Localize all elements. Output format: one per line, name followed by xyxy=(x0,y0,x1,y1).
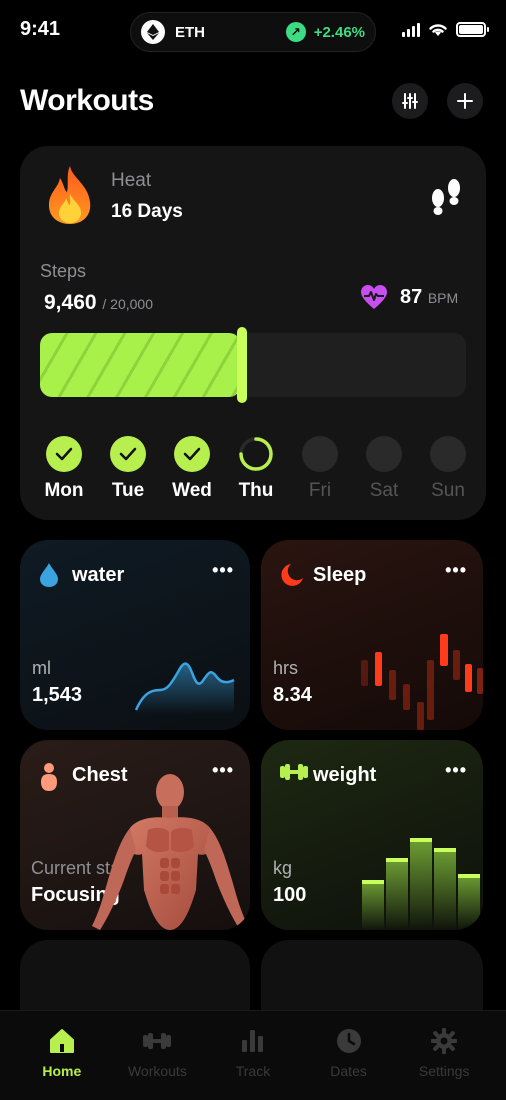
tab-track[interactable]: Track xyxy=(213,1011,293,1100)
water-title: water xyxy=(72,564,125,586)
steps-goal: / 20,000 xyxy=(102,296,154,312)
day-sun[interactable]: Sun xyxy=(420,436,476,502)
tab-label: Dates xyxy=(330,1063,367,1079)
day-label: Tue xyxy=(111,480,145,501)
heat-streak-value: 16 Days xyxy=(111,201,183,222)
tab-label: Home xyxy=(42,1063,82,1079)
steps-value: 9,460 xyxy=(44,291,97,314)
gear-icon xyxy=(430,1027,458,1055)
more-icon[interactable]: ••• xyxy=(212,560,234,581)
day-label: Fri xyxy=(308,480,332,501)
cellular-signal-icon xyxy=(402,22,420,37)
heart-rate-icon xyxy=(361,285,387,309)
day-wed[interactable]: Wed xyxy=(164,436,220,502)
day-sat[interactable]: Sat xyxy=(356,436,412,502)
tab-label: Track xyxy=(235,1063,271,1079)
empty-day-circle xyxy=(366,436,402,472)
trend-up-icon: ↗ xyxy=(285,22,306,42)
weekday-streak: Mon Tue Wed Thu Fri Sat Sun xyxy=(36,436,476,502)
steps-label: Steps xyxy=(40,261,87,281)
footprints-icon xyxy=(432,179,460,215)
page-title: Workouts xyxy=(20,84,154,117)
check-icon xyxy=(46,436,82,472)
steps-progress-fill xyxy=(40,333,241,397)
weight-value: 100 xyxy=(273,884,307,906)
water-drop-icon xyxy=(40,563,58,587)
empty-day-circle xyxy=(302,436,338,472)
dumbbell-icon xyxy=(142,1027,172,1055)
system-icons xyxy=(402,22,489,37)
battery-icon xyxy=(456,22,489,37)
sleep-candle-chart xyxy=(361,634,483,730)
day-label: Sat xyxy=(369,480,399,501)
bpm-value: 87 xyxy=(400,286,423,308)
clock-icon xyxy=(335,1027,363,1055)
day-mon[interactable]: Mon xyxy=(36,436,92,502)
tab-dates[interactable]: Dates xyxy=(309,1011,389,1100)
sliders-icon xyxy=(402,93,418,109)
heat-label: Heat xyxy=(111,170,152,191)
tab-bar: Home Workouts Track Dates Settings xyxy=(0,1010,506,1100)
chest-tile[interactable]: Chest ••• Current sta Focusing xyxy=(20,740,250,930)
ethereum-icon xyxy=(141,20,165,44)
tab-label: Workouts xyxy=(127,1063,187,1079)
status-time: 9:41 xyxy=(20,18,61,40)
flame-icon xyxy=(48,166,91,224)
day-label: Wed xyxy=(172,480,212,501)
sleep-tile[interactable]: Sleep ••• hrs 8.34 xyxy=(261,540,483,730)
weight-bar-chart xyxy=(362,838,480,930)
check-icon xyxy=(110,436,146,472)
sleep-unit: hrs xyxy=(273,658,299,678)
progress-ring-icon xyxy=(239,437,273,471)
day-thu[interactable]: Thu xyxy=(228,436,284,502)
tab-home[interactable]: Home xyxy=(22,1011,102,1100)
weight-unit: kg xyxy=(273,858,293,878)
steps-count: 9,460 / 20,000 xyxy=(44,291,153,315)
tab-settings[interactable]: Settings xyxy=(404,1011,484,1100)
empty-day-circle xyxy=(430,436,466,472)
bpm-unit: BPM xyxy=(427,290,459,306)
bpm-readout: 87 BPM xyxy=(400,286,458,309)
weight-title: weight xyxy=(313,764,377,786)
add-button[interactable] xyxy=(447,83,483,119)
day-fri[interactable]: Fri xyxy=(292,436,348,502)
day-label: Sun xyxy=(431,480,465,501)
steps-progress-handle[interactable] xyxy=(237,327,247,403)
weight-tile[interactable]: weight ••• kg 100 xyxy=(261,740,483,930)
plus-icon xyxy=(457,93,473,109)
day-label: Thu xyxy=(238,480,274,501)
water-tile[interactable]: water ••• ml 1,543 xyxy=(20,540,250,730)
more-icon[interactable]: ••• xyxy=(445,560,467,581)
water-sparkline xyxy=(134,662,235,714)
tab-label: Settings xyxy=(418,1063,470,1079)
sleep-title: Sleep xyxy=(313,564,367,586)
moon-icon xyxy=(281,564,303,586)
status-bar: 9:41 ETH ↗ +2.46% xyxy=(0,0,506,60)
day-tue[interactable]: Tue xyxy=(100,436,156,502)
muscle-anatomy-figure xyxy=(92,774,248,930)
wifi-icon xyxy=(429,24,447,36)
ticker-change: +2.46% xyxy=(313,23,365,41)
bar-chart-icon xyxy=(239,1027,267,1055)
person-icon xyxy=(41,763,57,791)
home-icon xyxy=(48,1027,76,1055)
filter-button[interactable] xyxy=(392,83,428,119)
dumbbell-icon xyxy=(280,764,308,780)
more-icon[interactable]: ••• xyxy=(445,760,467,781)
check-icon xyxy=(174,436,210,472)
tab-workouts[interactable]: Workouts xyxy=(117,1011,197,1100)
ticker-symbol: ETH xyxy=(175,23,205,41)
day-label: Mon xyxy=(44,480,84,501)
heat-card[interactable]: Heat 16 Days Steps 9,460 / 20,000 87 BPM… xyxy=(20,146,486,520)
sleep-value: 8.34 xyxy=(273,684,312,706)
water-value: 1,543 xyxy=(32,684,83,706)
water-unit: ml xyxy=(32,658,51,678)
steps-progress-bar xyxy=(40,327,466,403)
crypto-ticker-pill[interactable]: ETH ↗ +2.46% xyxy=(130,12,376,52)
